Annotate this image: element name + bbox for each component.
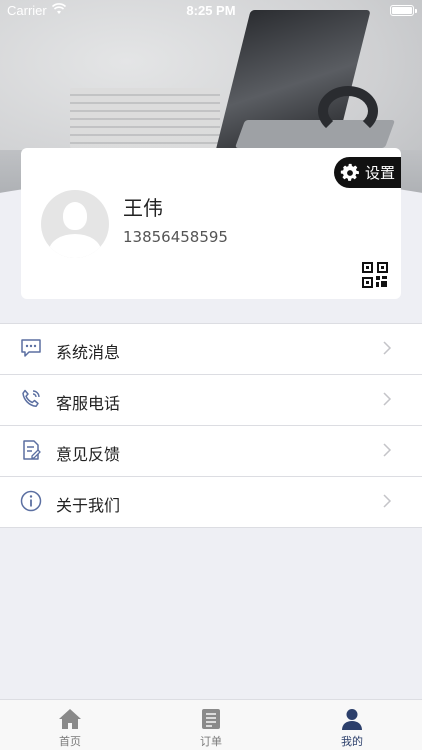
order-list-icon — [202, 709, 220, 729]
status-time: 8:25 PM — [186, 3, 236, 18]
message-icon — [21, 339, 41, 357]
home-icon — [59, 709, 81, 729]
status-bar: Carrier 8:25 PM — [0, 0, 422, 22]
menu-item-label: 客服电话 — [56, 394, 121, 413]
user-icon — [342, 709, 362, 730]
avatar[interactable] — [41, 190, 109, 258]
menu-item-system-messages[interactable]: 系统消息 — [0, 324, 422, 375]
chevron-right-icon — [383, 443, 392, 457]
tab-home[interactable]: 首页 — [0, 700, 140, 750]
menu-item-label: 系统消息 — [56, 343, 121, 362]
settings-button[interactable]: 设置 — [334, 157, 401, 188]
tab-label: 首页 — [59, 735, 81, 748]
user-name: 王伟 — [123, 196, 163, 220]
battery-icon — [390, 5, 417, 16]
menu-item-label: 关于我们 — [56, 496, 121, 515]
menu-item-customer-service[interactable]: 客服电话 — [0, 375, 422, 426]
user-phone: 13856458595 — [123, 228, 228, 246]
tab-mine[interactable]: 我的 — [282, 700, 422, 750]
tab-label: 订单 — [200, 735, 222, 748]
menu-item-about-us[interactable]: 关于我们 — [0, 477, 422, 528]
feedback-icon — [23, 440, 41, 460]
chevron-right-icon — [383, 392, 392, 406]
menu-item-feedback[interactable]: 意见反馈 — [0, 426, 422, 477]
tab-label: 我的 — [341, 735, 363, 748]
chevron-right-icon — [383, 494, 392, 508]
menu-item-label: 意见反馈 — [56, 445, 121, 464]
menu-list: 系统消息 客服电话 意见反馈 关于我们 — [0, 323, 422, 528]
gear-icon — [340, 163, 359, 181]
phone-icon — [22, 389, 40, 408]
info-icon — [20, 490, 42, 512]
chevron-right-icon — [383, 341, 392, 355]
qr-code-icon[interactable] — [362, 262, 388, 288]
tab-orders[interactable]: 订单 — [141, 700, 281, 750]
settings-label: 设置 — [365, 164, 396, 182]
tab-bar: 首页 订单 我的 — [0, 699, 422, 750]
